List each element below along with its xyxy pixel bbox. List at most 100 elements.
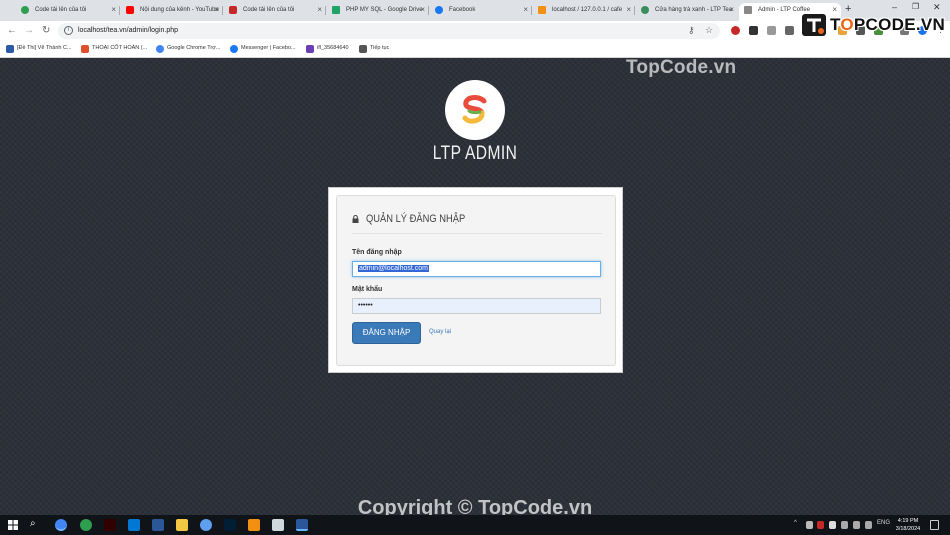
forward-arrow-icon[interactable]: → [24,25,34,36]
tab-phpmyadmin[interactable]: localhost / 127.0.0.1 / cafe × [533,3,635,21]
google-icon [156,45,164,53]
tray-chevron-icon[interactable]: ^ [794,520,797,526]
tray-icon[interactable] [806,521,813,529]
volume-icon[interactable] [853,521,860,529]
file-explorer-icon[interactable] [176,519,188,531]
tab-title: Nội dung của kênh - YouTube [140,7,219,13]
taskbar-app-icon[interactable] [80,519,92,531]
youtube-icon [126,6,134,14]
password-value: •••••• [358,302,373,309]
brand-text-accent: O [840,15,854,34]
lock-icon [352,215,359,223]
clock-time: 4:19 PM [897,518,919,524]
back-link[interactable]: Quay lại [429,329,451,335]
bookmark-item[interactable]: [Đề Thi] Vẽ Thành C... [6,45,72,53]
extension-icon[interactable] [749,26,758,35]
tab-tea-shop[interactable]: Cửa hàng trà xanh - LTP Tea × [636,3,738,21]
bookmark-favicon-icon [81,45,89,53]
bookmark-item[interactable]: THOẠI CỐT HOÀN (... [81,45,148,53]
tab-google-drive[interactable]: PHP MY SQL - Google Drive × [327,3,429,21]
brand-text-part: T [830,15,841,34]
ltp-logo-icon [462,95,487,124]
app-title: LTP ADMIN [432,143,518,164]
close-tab-icon[interactable]: × [523,3,528,17]
reload-icon[interactable]: ↻ [42,25,50,36]
vscode-icon[interactable] [128,519,140,531]
chrome-taskbar-icon[interactable] [55,519,67,531]
tab-favicon-icon [21,6,29,14]
bookmark-label: [Đề Thi] Vẽ Thành C... [17,45,72,51]
close-tab-icon[interactable]: × [729,3,734,17]
taskbar-clock[interactable]: 4:19 PM 3/18/2024 [893,517,923,533]
topcode-icon [229,6,237,14]
close-tab-icon[interactable]: × [420,3,425,17]
word-icon[interactable] [296,519,308,531]
windows-start-icon[interactable] [8,520,18,530]
bookmark-favicon-icon [306,45,314,53]
bookmark-item[interactable]: Messenger | Facebo... [230,45,296,53]
tray-icon[interactable] [817,521,824,529]
bookmark-label: THOẠI CỐT HOÀN (... [92,45,148,51]
clock-date: 3/18/2024 [895,526,921,532]
phpmyadmin-icon [538,6,546,14]
login-button[interactable]: ĐĂNG NHẬP [352,322,421,344]
brand-text-part: PCODE.VN [853,15,946,34]
tab-youtube[interactable]: Nội dung của kênh - YouTube × [121,3,223,21]
topcode-brand-text: TOPCODE.VN [830,15,945,35]
bookmark-star-icon[interactable]: ☆ [705,25,713,36]
bookmark-item[interactable]: Tiếp tục [359,45,390,53]
maximize-button[interactable]: ❐ [912,2,919,11]
taskbar-app-icon[interactable] [152,519,164,531]
username-input[interactable]: admin@localhost.com [352,261,601,277]
language-indicator[interactable]: ENG [877,520,890,526]
bookmark-favicon-icon [6,45,14,53]
url-text: localhost/tea.vn/admin/login.php [78,27,179,34]
tab-facebook[interactable]: Facebook × [430,3,532,21]
bookmarks-bar: [Đề Thi] Vẽ Thành C... THOẠI CỐT HOÀN (.… [0,41,950,58]
tab-title: localhost / 127.0.0.1 / cafe [552,7,623,13]
close-tab-icon[interactable]: × [626,3,631,17]
tray-icon[interactable] [829,521,836,529]
tab-title: Code tải lên của tôi [243,7,295,13]
password-label: Mật khẩu [352,286,383,293]
watermark-top: TopCode.vn [626,57,737,78]
extension-icon[interactable] [785,26,794,35]
photoshop-icon[interactable] [224,519,236,531]
bookmark-item[interactable]: Google Chrome Trợ... [156,45,221,53]
tab-code-upload-2[interactable]: Code tải lên của tôi × [224,3,326,21]
minimize-button[interactable]: – [892,2,897,12]
back-arrow-icon[interactable]: ← [7,25,17,36]
extension-icon[interactable] [731,26,740,35]
login-panel: QUẢN LÝ ĐĂNG NHẬP Tên đăng nhập admin@lo… [336,195,616,366]
notification-icon[interactable] [930,520,939,530]
window-close-button[interactable]: ✕ [933,2,941,13]
password-key-icon[interactable]: ⚷ [688,25,695,36]
close-tab-icon[interactable]: × [214,3,219,17]
address-bar[interactable]: i localhost/tea.vn/admin/login.php ⚷ ☆ [58,23,720,39]
close-tab-icon[interactable]: × [317,3,322,17]
admin-tab-icon [744,6,752,14]
battery-icon[interactable] [865,521,872,529]
bookmark-label: Tiếp tục [370,45,390,51]
site-info-icon[interactable]: i [64,26,73,35]
illustrator-icon[interactable] [104,519,116,531]
new-tab-button[interactable]: + [845,3,851,15]
tab-title: Facebook [449,7,476,13]
search-icon[interactable]: ⌕ [30,518,36,529]
close-tab-icon[interactable]: × [111,3,116,17]
panel-title: QUẢN LÝ ĐĂNG NHẬP [366,213,466,225]
windows-taskbar: ⌕ ^ ENG 4:19 PM 3/18/2024 [0,515,950,535]
bookmark-label: ifl_35684640 [317,45,349,51]
username-value: admin@localhost.com [358,265,429,272]
facebook-icon [435,6,443,14]
taskbar-app-icon[interactable] [272,519,284,531]
network-icon[interactable] [841,521,848,529]
taskbar-app-icon[interactable] [200,519,212,531]
xampp-icon[interactable] [248,519,260,531]
ltp-logo [445,80,505,140]
password-input[interactable]: •••••• [352,298,601,314]
tab-code-upload-1[interactable]: Code tải lên của tôi × [16,3,120,21]
bookmark-label: Google Chrome Trợ... [167,45,221,51]
extension-icon[interactable] [767,26,776,35]
bookmark-item[interactable]: ifl_35684640 [306,45,349,53]
